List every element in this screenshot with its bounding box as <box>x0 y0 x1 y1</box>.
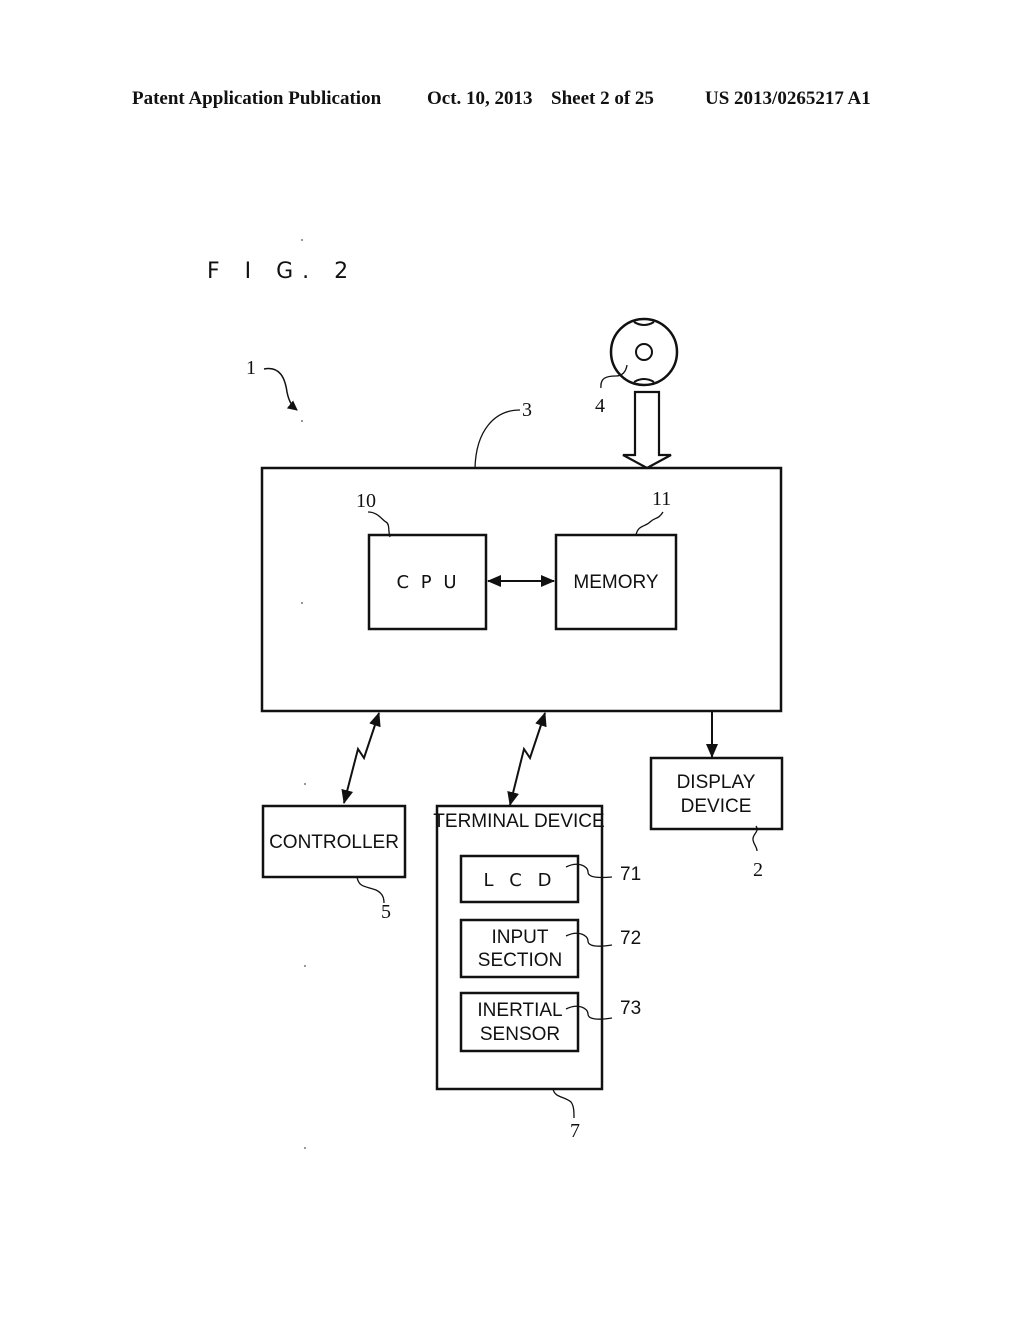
controller-label: CONTROLLER <box>269 832 399 853</box>
inertial-sensor-label-line2: SENSOR <box>480 1024 560 1045</box>
memory-leader <box>635 511 664 536</box>
lcd-leader <box>565 863 613 879</box>
controller-ref-label: 5 <box>381 901 391 923</box>
lcd-label: L C D <box>484 870 557 891</box>
terminal-wireless-link <box>507 712 547 806</box>
controller-leader <box>356 876 385 904</box>
figure-title: F I G. 2 <box>207 259 357 284</box>
terminal-device-label: TERMINAL DEVICE <box>433 811 604 832</box>
terminal-device-leader <box>552 1088 575 1119</box>
memory-label: MEMORY <box>573 572 658 593</box>
cpu-leader <box>367 511 391 538</box>
input-section-ref-label: 72 <box>620 928 641 949</box>
terminal-device-ref-label: 7 <box>570 1120 580 1142</box>
block-diagram: F I G. 2 1 4 3 C P U 10 MEMORY 11 CONTRO… <box>207 239 784 1149</box>
main-unit-box <box>260 466 783 713</box>
cpu-ref-label: 10 <box>356 490 376 512</box>
main-unit-ref-label: 3 <box>522 399 532 421</box>
input-section-label-line2: SECTION <box>478 950 562 971</box>
main-unit-leader <box>474 409 521 469</box>
cpu-label: C P U <box>396 572 459 593</box>
memory-ref-label: 11 <box>652 488 671 510</box>
disc-insert-arrow <box>622 390 672 470</box>
inertial-sensor-label-line1: INERTIAL <box>477 1000 562 1021</box>
system-ref-arrow <box>263 367 298 411</box>
display-device-label-line1: DISPLAY <box>677 772 756 793</box>
display-device-box <box>649 756 784 831</box>
inertial-sensor-ref-label: 73 <box>620 998 641 1019</box>
input-section-leader <box>565 932 613 947</box>
lcd-ref-label: 71 <box>620 864 641 885</box>
input-section-label-line1: INPUT <box>492 927 549 948</box>
scan-artifacts <box>301 239 306 1149</box>
inertial-sensor-leader <box>565 1005 613 1020</box>
display-device-ref-label: 2 <box>753 859 763 881</box>
display-device-label-line2: DEVICE <box>681 796 752 817</box>
disc-ref-label: 4 <box>595 395 605 417</box>
controller-wireless-link <box>341 712 381 804</box>
system-ref-label: 1 <box>246 357 256 379</box>
